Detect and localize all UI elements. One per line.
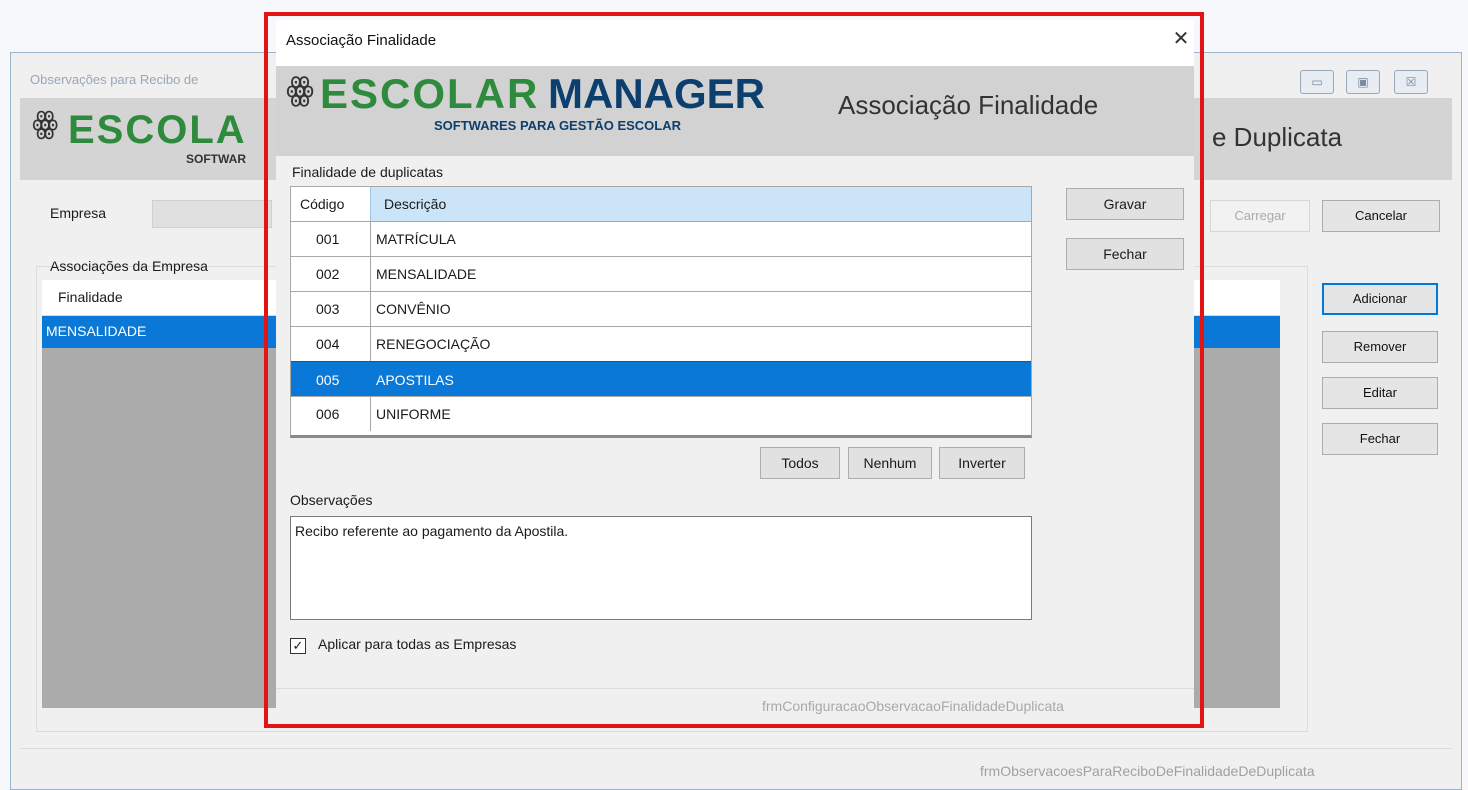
cancelar-button[interactable]: Cancelar xyxy=(1322,200,1440,232)
row-code: 002 xyxy=(316,266,340,282)
row-description: MATRÍCULA xyxy=(376,231,456,247)
apply-all-label[interactable]: Aplicar para todas as Empresas xyxy=(318,636,516,652)
codigo-column-header[interactable]: Código xyxy=(300,196,344,212)
grid-header-sorted-column xyxy=(370,187,1031,221)
owl-logo-icon: ꙮ xyxy=(286,71,315,107)
nenhum-button[interactable]: Nenhum xyxy=(848,447,932,479)
row-code: 001 xyxy=(316,231,340,247)
logo-escolar: ESCOLAR xyxy=(320,70,540,117)
row-code: 004 xyxy=(316,336,340,352)
gravar-button[interactable]: Gravar xyxy=(1066,188,1184,220)
column-divider xyxy=(370,291,371,326)
adicionar-button[interactable]: Adicionar xyxy=(1322,283,1438,315)
column-divider xyxy=(370,326,371,361)
apply-all-checkbox[interactable]: ✓ xyxy=(290,638,306,654)
owl-logo-icon: ꙮ xyxy=(32,107,59,140)
row-code: 006 xyxy=(316,406,340,422)
row-description: CONVÊNIO xyxy=(376,301,451,317)
finalidade-list-label: Finalidade de duplicatas xyxy=(292,164,443,180)
background-logo-tagline: SOFTWAR xyxy=(186,152,246,166)
observacoes-label: Observações xyxy=(290,492,373,508)
dialog-title: Associação Finalidade xyxy=(286,32,437,49)
background-header-title: e Duplicata xyxy=(1212,122,1343,152)
background-logo: ESCOLA xyxy=(68,108,247,152)
logo-tagline: SOFTWARES PARA GESTÃO ESCOLAR xyxy=(434,118,682,133)
background-fechar-button[interactable]: Fechar xyxy=(1322,423,1438,455)
dialog-status-divider xyxy=(276,688,1194,689)
empresa-input[interactable] xyxy=(152,200,272,228)
finalidade-column-header[interactable]: Finalidade xyxy=(58,289,123,305)
descricao-column-header[interactable]: Descrição xyxy=(384,196,446,212)
logo-manager: MANAGER xyxy=(548,70,765,117)
remover-button[interactable]: Remover xyxy=(1322,331,1438,363)
associations-group-label: Associações da Empresa xyxy=(50,258,208,274)
row-description: UNIFORME xyxy=(376,406,451,422)
maximize-icon[interactable]: ▣ xyxy=(1346,70,1380,94)
column-divider xyxy=(370,221,371,256)
close-icon[interactable]: ☒ xyxy=(1394,70,1428,94)
dialog-close-icon[interactable]: ✕ xyxy=(1168,24,1194,54)
table-row-selected[interactable]: 005 APOSTILAS xyxy=(291,361,1031,396)
association-row-label: MENSALIDADE xyxy=(46,323,147,339)
todos-button[interactable]: Todos xyxy=(760,447,840,479)
editar-button[interactable]: Editar xyxy=(1322,377,1438,409)
column-divider xyxy=(370,396,371,431)
background-window-title: Observações para Recibo de xyxy=(30,72,199,87)
row-description: APOSTILAS xyxy=(376,372,454,388)
empresa-label: Empresa xyxy=(50,205,107,221)
row-code: 003 xyxy=(316,301,340,317)
row-description: RENEGOCIAÇÃO xyxy=(376,336,491,352)
background-status-text: frmObservacoesParaReciboDeFinalidadeDeDu… xyxy=(980,763,1315,779)
observacoes-textarea[interactable]: Recibo referente ao pagamento da Apostil… xyxy=(290,516,1032,620)
row-code: 005 xyxy=(316,372,340,388)
carregar-button[interactable]: Carregar xyxy=(1210,200,1310,232)
dialog-header-title: Associação Finalidade xyxy=(838,90,1099,120)
minimize-icon[interactable]: ▭ xyxy=(1300,70,1334,94)
dialog-status-text: frmConfiguracaoObservacaoFinalidadeDupli… xyxy=(762,698,1064,714)
row-description: MENSALIDADE xyxy=(376,266,477,282)
fechar-button[interactable]: Fechar xyxy=(1066,238,1184,270)
column-divider xyxy=(370,256,371,291)
inverter-button[interactable]: Inverter xyxy=(939,447,1025,479)
